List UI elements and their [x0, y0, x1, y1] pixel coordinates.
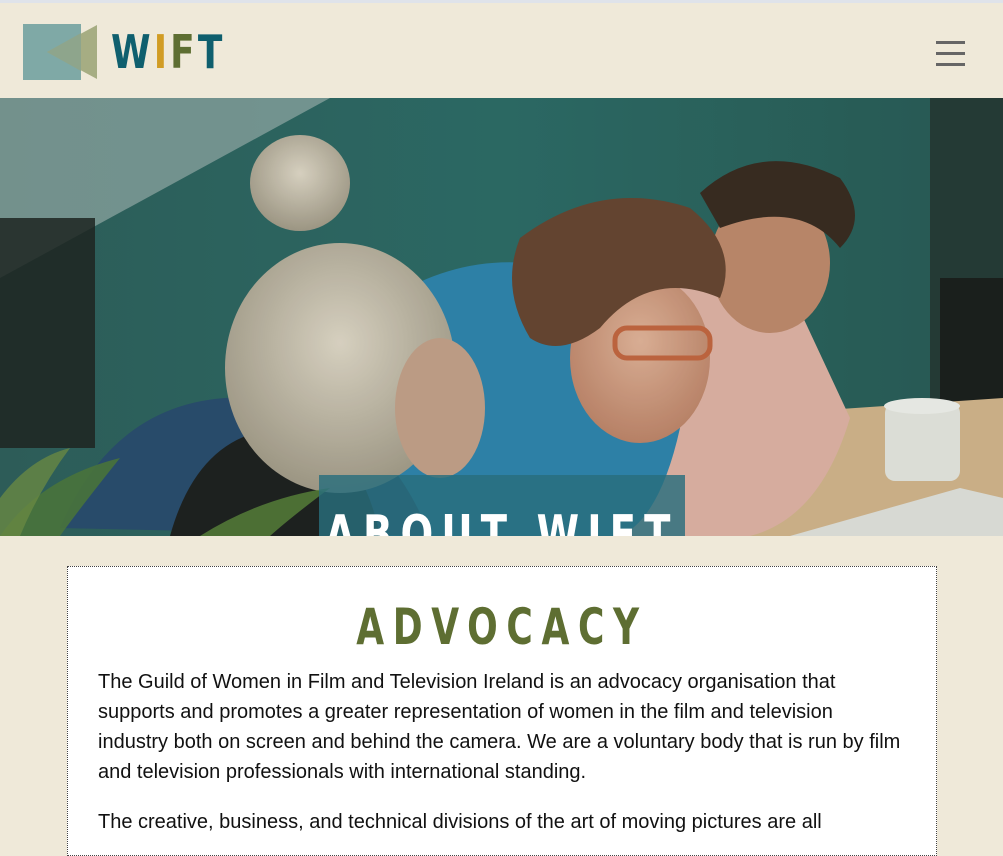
hero-photo	[0, 98, 1003, 536]
hamburger-menu-icon[interactable]	[930, 37, 970, 69]
logo-letter-f: F	[170, 25, 198, 79]
logo-mark-icon	[23, 23, 99, 81]
advocacy-card: ADVOCACY The Guild of Women in Film and …	[67, 566, 937, 856]
page-title: ABOUT WIFT	[325, 505, 679, 536]
logo-letter-w: W	[111, 25, 154, 79]
section-heading: ADVOCACY	[356, 598, 648, 656]
wift-logo[interactable]: WIFT	[23, 21, 258, 83]
logo-letter-i: I	[153, 25, 171, 79]
hero-banner: ABOUT WIFT	[0, 98, 1003, 536]
hero-title-box: ABOUT WIFT	[319, 475, 685, 536]
logo-wordmark: WIFT	[111, 29, 225, 75]
advocacy-paragraph-2: The creative, business, and technical di…	[98, 811, 822, 833]
advocacy-paragraph-1: The Guild of Women in Film and Televisio…	[98, 671, 901, 783]
site-header: WIFT	[0, 3, 1003, 98]
logo-letter-t: T	[197, 25, 226, 79]
